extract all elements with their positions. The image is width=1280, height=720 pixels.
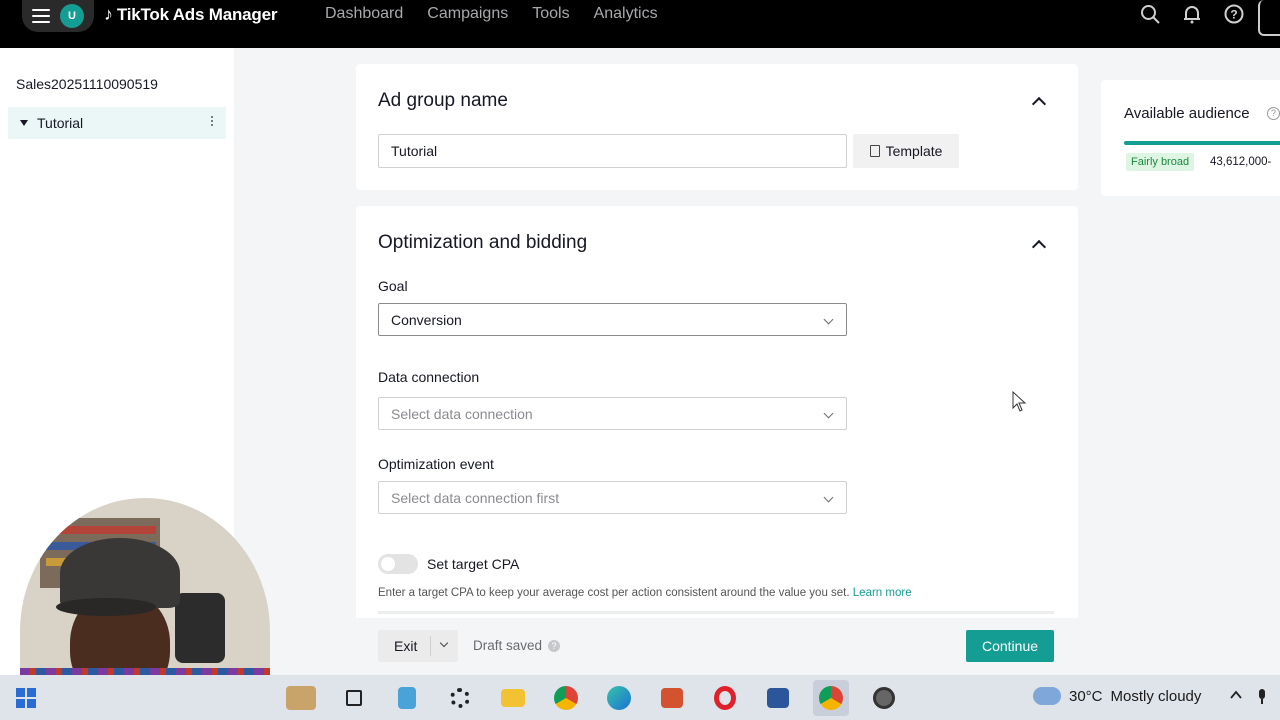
optimization-event-select[interactable]: Select data connection first [378, 481, 847, 514]
screen-recorder-icon[interactable] [866, 680, 902, 716]
target-cpa-toggle[interactable] [378, 554, 418, 574]
template-label: Template [885, 143, 943, 159]
document-icon [869, 145, 880, 157]
taskbar-apps [283, 680, 902, 716]
chevron-down-icon[interactable] [439, 638, 449, 648]
sidebar-item-tutorial[interactable]: Tutorial [8, 107, 226, 139]
more-options-icon[interactable] [211, 116, 214, 130]
weather-condition: Mostly cloudy [1110, 687, 1202, 705]
mouse-cursor-icon [1012, 391, 1027, 412]
chrome-icon-active[interactable] [813, 680, 849, 716]
settings-gear-icon[interactable] [442, 680, 478, 716]
sidebar-item-label: Tutorial [37, 115, 84, 131]
campaign-name[interactable]: Sales20251110090519 [16, 76, 158, 92]
help-icon[interactable]: ? [1224, 4, 1244, 24]
ad-group-name-input[interactable]: Tutorial [378, 134, 847, 168]
goal-value: Conversion [391, 311, 462, 328]
file-explorer-icon[interactable] [495, 680, 531, 716]
section-title: Optimization and bidding [378, 232, 588, 253]
data-connection-select[interactable]: Select data connection [378, 397, 847, 430]
chevron-down-icon [823, 492, 834, 503]
system-tray [1230, 689, 1268, 705]
tiktok-ads-manager-logo[interactable]: ♪ TikTok Ads Manager [104, 4, 277, 25]
powerpoint-icon[interactable] [654, 680, 690, 716]
tiktok-logo-icon: ♪ [104, 4, 113, 24]
optimization-event-label: Optimization event [378, 456, 494, 472]
main-menu-button[interactable]: U [22, 0, 94, 32]
notepad-icon[interactable] [389, 680, 425, 716]
top-navigation-bar: U ♪ TikTok Ads Manager Dashboard Campaig… [0, 0, 1280, 48]
microphone-icon[interactable] [1256, 689, 1268, 705]
hamburger-icon [32, 9, 50, 23]
optimization-bidding-card: Optimization and bidding Goal Conversion… [356, 206, 1078, 626]
goal-select[interactable]: Conversion [378, 303, 847, 336]
audience-breadth-badge: Fairly broad [1126, 153, 1195, 171]
target-cpa-label: Set target CPA [427, 556, 520, 572]
chevron-down-icon [823, 408, 834, 419]
draft-status-text: Draft saved [473, 638, 543, 653]
data-connection-label: Data connection [378, 369, 480, 385]
brand-name: TikTok Ads Manager [116, 4, 278, 24]
user-avatar[interactable]: U [60, 4, 84, 28]
cap-brim [56, 598, 156, 616]
nav-tools[interactable]: Tools [532, 5, 569, 23]
exit-button[interactable]: Exit [378, 630, 458, 662]
task-view-icon[interactable] [336, 680, 372, 716]
opera-icon[interactable] [707, 680, 743, 716]
windows-start-icon[interactable] [16, 688, 36, 708]
chevron-up-icon[interactable] [1230, 689, 1242, 701]
section-title: Ad group name [378, 90, 508, 111]
collapse-caret-icon[interactable] [20, 120, 28, 126]
weather-widget[interactable]: 30°C Mostly cloudy [1033, 687, 1201, 705]
edge-icon[interactable] [601, 680, 637, 716]
chrome-icon[interactable] [548, 680, 584, 716]
ad-group-name-card: Ad group name Tutorial Template [356, 64, 1078, 190]
goal-label: Goal [378, 278, 408, 294]
nav-analytics[interactable]: Analytics [594, 5, 658, 23]
audience-title: Available audience [1124, 105, 1250, 122]
chevron-down-icon [823, 314, 834, 325]
word-icon[interactable] [760, 680, 796, 716]
help-icon[interactable]: ? [1267, 107, 1280, 120]
main-nav: Dashboard Campaigns Tools Analytics [325, 5, 658, 23]
audience-size: 43,612,000- [1210, 156, 1272, 168]
search-icon[interactable] [1140, 4, 1160, 24]
collapse-chevron-icon[interactable] [1031, 96, 1047, 112]
account-menu-button[interactable] [1258, 0, 1280, 36]
bell-icon[interactable] [1182, 4, 1202, 24]
optimization-event-placeholder: Select data connection first [391, 489, 560, 506]
bottom-action-bar: Exit Draft saved ? Continue [234, 618, 1280, 678]
divider [430, 636, 431, 656]
nav-dashboard[interactable]: Dashboard [325, 5, 403, 23]
continue-button[interactable]: Continue [966, 630, 1054, 662]
widgets-icon[interactable] [283, 680, 319, 716]
divider [378, 611, 1054, 614]
learn-more-link[interactable]: Learn more [853, 587, 912, 599]
topbar-actions: ? [1140, 4, 1244, 24]
cloud-icon [1033, 687, 1061, 705]
collapse-chevron-icon[interactable] [1031, 239, 1047, 255]
book [46, 526, 156, 534]
windows-taskbar: 30°C Mostly cloudy [0, 675, 1280, 720]
nav-campaigns[interactable]: Campaigns [427, 5, 508, 23]
temperature: 30°C [1069, 687, 1103, 705]
exit-label: Exit [394, 638, 418, 654]
hint-text: Enter a target CPA to keep your average … [378, 587, 850, 599]
draft-status: Draft saved ? [473, 638, 561, 653]
available-audience-panel: Available audience ? Fairly broad 43,612… [1101, 80, 1280, 196]
info-icon[interactable]: ? [548, 639, 561, 652]
target-cpa-hint: Enter a target CPA to keep your average … [378, 587, 912, 599]
data-connection-placeholder: Select data connection [391, 405, 533, 422]
chair [175, 593, 225, 663]
audience-meter [1124, 141, 1280, 145]
svg-text:?: ? [1230, 8, 1237, 22]
template-button[interactable]: Template [853, 134, 959, 168]
